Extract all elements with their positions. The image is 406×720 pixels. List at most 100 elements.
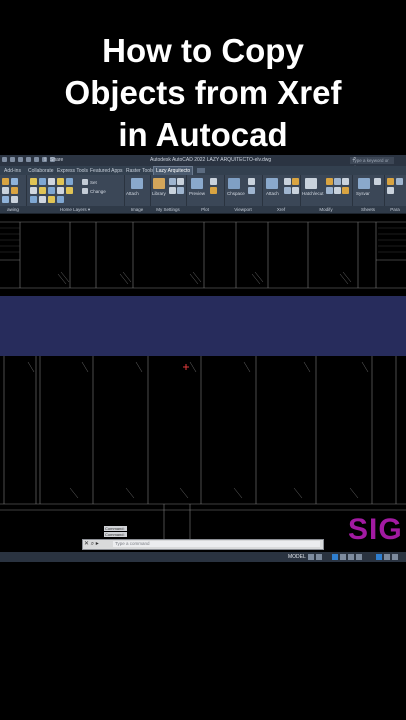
line-icon[interactable] — [2, 178, 9, 185]
polyline-icon[interactable] — [11, 178, 18, 185]
change-layer-icon[interactable] — [82, 188, 88, 194]
panel-title: Viewport — [224, 206, 262, 213]
plot-icon[interactable] — [34, 157, 39, 162]
panel-xref: Attach Xref — [262, 175, 301, 213]
xref-edit-icon[interactable] — [292, 187, 299, 194]
layer-isolate-icon[interactable] — [48, 178, 55, 185]
sysvar-icon[interactable] — [358, 178, 370, 189]
options-icon[interactable] — [169, 187, 176, 194]
workspace-icon[interactable] — [384, 554, 390, 560]
xref-reload-icon[interactable] — [284, 187, 291, 194]
profile-icon[interactable] — [177, 187, 184, 194]
attach-image-icon[interactable] — [131, 178, 143, 189]
layer-on-icon[interactable] — [39, 196, 46, 203]
layer-previous-icon[interactable] — [30, 196, 37, 203]
extend-icon[interactable] — [334, 187, 341, 194]
layer-walk-icon[interactable] — [39, 187, 46, 194]
arc-icon[interactable] — [11, 187, 18, 194]
tab-featured-apps[interactable]: Featured Apps — [88, 167, 125, 175]
rectangle-icon[interactable] — [2, 196, 9, 203]
viewport-lock-icon[interactable] — [248, 178, 255, 185]
osnap-icon[interactable] — [348, 554, 354, 560]
grid-icon[interactable] — [308, 554, 314, 560]
library-icon[interactable] — [153, 178, 165, 189]
panel-modify: Hatch/ecut Modify — [300, 175, 353, 213]
hatchecut-button[interactable]: Hatch/ecut — [302, 191, 324, 196]
hatch-icon[interactable] — [11, 196, 18, 203]
xref-slab-band — [0, 296, 406, 356]
units-icon[interactable] — [177, 178, 184, 185]
attach-xref-button[interactable]: Attach — [266, 191, 279, 196]
save-as-icon[interactable] — [26, 157, 31, 162]
layer-freeze-icon[interactable] — [57, 178, 64, 185]
crosshair-cursor-icon — [183, 364, 189, 370]
set-current-icon[interactable] — [82, 179, 88, 185]
sheet-set-icon[interactable] — [374, 178, 381, 185]
copy-icon[interactable] — [334, 178, 341, 185]
hatchecut-icon[interactable] — [305, 178, 317, 189]
new-file-icon[interactable] — [2, 157, 7, 162]
customize-icon[interactable] — [392, 554, 398, 560]
rotate-icon[interactable] — [342, 178, 349, 185]
tab-add-ins[interactable]: Add-ins — [2, 167, 23, 175]
layer-merge-icon[interactable] — [48, 187, 55, 194]
change-button[interactable]: Change — [90, 189, 106, 194]
dimensional-icon[interactable] — [396, 178, 403, 185]
set-button[interactable]: Set — [90, 180, 97, 185]
chspace-button[interactable]: Chspace — [227, 191, 245, 196]
drawing-canvas[interactable] — [0, 214, 406, 554]
model-space-button[interactable]: MODEL — [288, 553, 306, 561]
search-icon[interactable]: ⌕ — [353, 156, 356, 163]
preview-icon[interactable] — [191, 178, 203, 189]
layer-properties-icon[interactable] — [30, 178, 37, 185]
layer-state-icon[interactable] — [66, 187, 73, 194]
layer-thaw-icon[interactable] — [48, 196, 55, 203]
viewport-scale-icon[interactable] — [248, 187, 255, 194]
library-button[interactable]: Library — [152, 191, 166, 196]
share-button[interactable]: Share — [50, 157, 63, 163]
sysvar-button[interactable]: Sysvar — [356, 191, 370, 196]
tab-raster-tools[interactable]: Raster Tools — [124, 167, 156, 175]
circle-icon[interactable] — [2, 187, 9, 194]
tab-lazy-arquitecto[interactable]: Lazy Arquitecto — [153, 166, 194, 175]
annotation-scale-icon[interactable] — [376, 554, 382, 560]
command-input[interactable]: Type a command — [113, 541, 320, 547]
plot-icon[interactable] — [210, 178, 217, 185]
constraint-icon[interactable] — [387, 178, 394, 185]
video-title: How to Copy Objects from Xref in Autocad — [0, 30, 406, 156]
otrack-icon[interactable] — [356, 554, 362, 560]
offset-icon[interactable] — [342, 187, 349, 194]
chspace-icon[interactable] — [228, 178, 240, 189]
open-file-icon[interactable] — [10, 157, 15, 162]
publish-icon[interactable] — [210, 187, 217, 194]
layer-lock-icon[interactable] — [66, 178, 73, 185]
command-line[interactable]: ✕ ⌕ ▸ Type a command — [82, 539, 324, 550]
tab-express-tools[interactable]: Express Tools — [55, 167, 90, 175]
attach-xref-icon[interactable] — [266, 178, 278, 189]
auto-constrain-icon[interactable] — [387, 187, 394, 194]
window-title: Autodesk AutoCAD 2022 LAZY ARQUITECTO-el… — [150, 157, 272, 163]
search-input[interactable]: Type a keyword or phrase — [350, 157, 394, 170]
move-icon[interactable] — [326, 178, 333, 185]
snap-icon[interactable] — [316, 554, 322, 560]
polar-icon[interactable] — [340, 554, 346, 560]
close-icon[interactable]: ✕ ⌕ ▸ — [84, 540, 99, 549]
ortho-icon[interactable] — [332, 554, 338, 560]
drawing-area[interactable] — [0, 214, 406, 554]
layer-delete-icon[interactable] — [57, 187, 64, 194]
trim-icon[interactable] — [326, 187, 333, 194]
tab-collaborate[interactable]: Collaborate — [26, 167, 56, 175]
watermark-logo: SIG — [348, 513, 403, 546]
ribbon-toggle-button[interactable] — [197, 168, 205, 173]
xref-clip-icon[interactable] — [284, 178, 291, 185]
attach-image-button[interactable]: Attach — [126, 191, 139, 196]
layer-off-icon[interactable] — [39, 178, 46, 185]
preview-button[interactable]: Preview — [189, 191, 205, 196]
panel-parametric: Para — [384, 175, 406, 213]
layer-match-icon[interactable] — [30, 187, 37, 194]
share-icon[interactable]: ⇪ — [43, 157, 47, 163]
settings-icon[interactable] — [169, 178, 176, 185]
layer-unlock-icon[interactable] — [57, 196, 64, 203]
save-icon[interactable] — [18, 157, 23, 162]
xref-bind-icon[interactable] — [292, 178, 299, 185]
